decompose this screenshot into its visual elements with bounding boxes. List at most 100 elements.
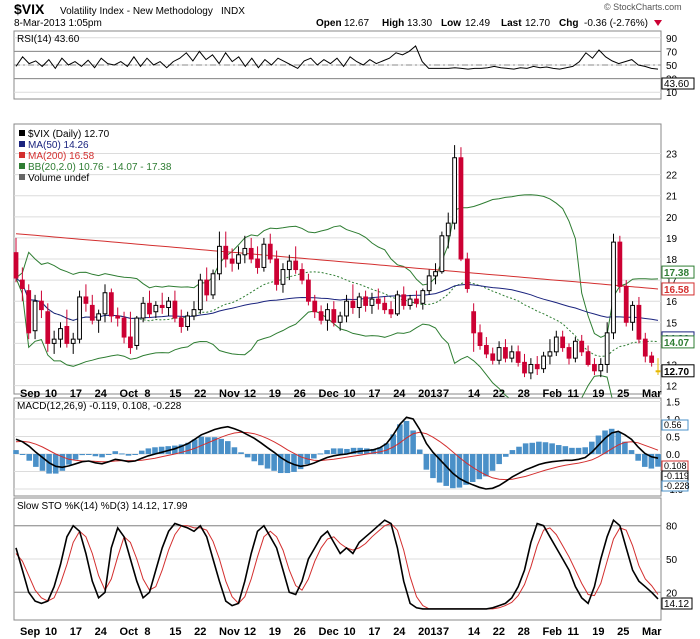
candle [382, 302, 388, 311]
stochastic-panel: 205080 Slow STO %K(14) %D(3) 14.12, 17.9… [13, 497, 693, 621]
candle [407, 298, 413, 306]
quote-open-value: 12.67 [344, 18, 369, 29]
y-tick-label: 90 [666, 34, 678, 45]
x-tick-label: 2013 [418, 626, 442, 638]
legend-volume: Volume undef [28, 173, 89, 184]
candle [89, 304, 95, 321]
price-value-label: 14.07 [664, 338, 689, 349]
candle [515, 351, 521, 363]
candle [534, 363, 540, 370]
candle [356, 296, 362, 309]
sto-ticks: 205080 [666, 522, 678, 600]
candle [585, 351, 591, 365]
candle [579, 340, 585, 353]
candle [318, 311, 324, 321]
candle [630, 304, 635, 323]
y-tick-label: 50 [666, 61, 678, 72]
candle [426, 275, 432, 292]
candle [153, 304, 159, 313]
candle [83, 296, 89, 304]
candle [604, 332, 610, 365]
candle [64, 326, 70, 344]
macd-hist-bar [317, 453, 324, 455]
candle [325, 309, 330, 321]
candle [286, 260, 292, 271]
candle [223, 245, 229, 260]
candle [509, 351, 515, 359]
macd-hist-bar [575, 447, 582, 454]
macd-legend: MACD(12,26,9) -0.119, 0.108, -0.228 [17, 401, 182, 412]
macd-hist-bar [138, 450, 145, 454]
candle [51, 338, 57, 344]
candle [394, 294, 400, 315]
macd-hist-bar [231, 447, 238, 454]
candle [464, 258, 470, 290]
candle [191, 309, 197, 317]
sto-legend: Slow STO %K(14) %D(3) 14.12, 17.99 [17, 501, 188, 512]
candle [337, 315, 343, 323]
macd-hist-bar [324, 450, 330, 454]
macd-hist-bar [284, 454, 291, 474]
candle [293, 260, 299, 271]
macd-hist-bar [33, 454, 39, 467]
macd-hist-bar [562, 446, 569, 454]
x-tick-label: 24 [393, 626, 406, 638]
macd-hist-bar [330, 448, 337, 454]
quote-high-label: High [382, 18, 404, 29]
macd-hist-bar [19, 454, 26, 455]
candle [547, 351, 553, 357]
macd-hist-bar [132, 454, 138, 455]
price-value-label: 16.58 [664, 285, 689, 296]
candle [217, 245, 222, 275]
macd-hist-bar [496, 454, 502, 465]
legend-bb: BB(20,2.0) 10.76 - 14.07 - 17.38 [28, 162, 172, 173]
legend-swatch-ma200 [19, 152, 25, 158]
candle [331, 309, 337, 323]
macd-hist-bar [489, 454, 496, 471]
macd-hist-bar [635, 454, 641, 461]
quote-high-value: 13.30 [407, 18, 432, 29]
macd-hist-bar [641, 454, 648, 467]
candle [471, 311, 477, 334]
candle [280, 269, 286, 285]
x-tick-label: Nov [219, 626, 241, 638]
macd-hist-bar [555, 445, 562, 454]
candle [128, 336, 133, 349]
macd-hist-bar [218, 438, 224, 454]
quote-open-label: Open [316, 18, 342, 29]
macd-hist-bar [238, 452, 244, 454]
candle [58, 328, 63, 340]
macd-label-3: -0.228 [664, 481, 690, 491]
candle [414, 298, 419, 304]
y-tick-label: 0.5 [666, 433, 680, 444]
macd-hist-bar [86, 454, 92, 455]
candle [642, 338, 648, 357]
candle [433, 271, 438, 277]
macd-hist-bar [271, 454, 277, 471]
macd-hist-bar [516, 446, 522, 454]
candle [13, 252, 19, 279]
legend-swatch-ma50 [19, 141, 25, 147]
candle [236, 254, 241, 264]
macd-label-1: 0.108 [664, 461, 687, 471]
candle [655, 370, 661, 373]
macd-hist-bar [112, 451, 119, 454]
macd-hist-bar [258, 454, 264, 466]
macd-hist-bar [13, 450, 19, 454]
x-tick-label: Sep [20, 626, 40, 638]
price-value-label: 17.38 [664, 268, 689, 279]
candle [102, 292, 108, 315]
candle [255, 258, 260, 268]
candle [229, 258, 235, 264]
candle [96, 313, 102, 321]
candle [623, 285, 629, 323]
macd-hist-bar [522, 443, 529, 454]
y-tick-label: 19 [666, 234, 678, 245]
candle [306, 279, 311, 302]
macd-hist-bar [549, 443, 555, 454]
sto-value-label: 14.12 [664, 599, 689, 610]
candle [566, 347, 572, 359]
macd-hist-bar [476, 454, 483, 480]
macd-hist-bar [443, 454, 449, 486]
x-tick-label: Oct [120, 626, 139, 638]
